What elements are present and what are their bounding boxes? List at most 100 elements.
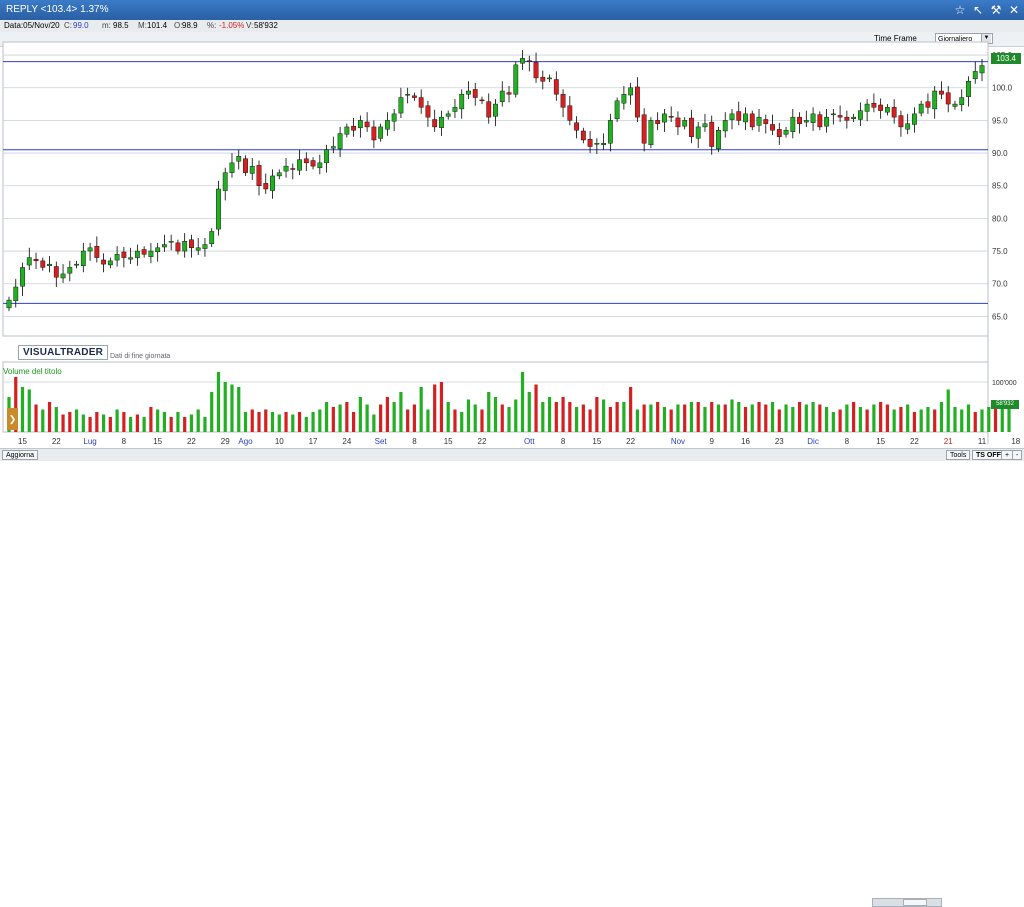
x-axis-label: 9 (709, 437, 714, 446)
volume-bar (811, 402, 815, 432)
volume-bar (372, 414, 376, 432)
candle-body (506, 92, 512, 95)
zoom-out-button[interactable]: - (1012, 450, 1023, 460)
candle-body (925, 101, 931, 108)
candle-body (939, 90, 944, 95)
volume-bar (872, 404, 876, 432)
time-scrollbar[interactable] (872, 898, 942, 907)
x-axis-label: Nov (671, 437, 685, 446)
candle-body (689, 117, 694, 137)
volume-bar (426, 409, 430, 432)
volume-bar (20, 387, 25, 432)
volume-bar (270, 412, 275, 432)
volume-bar (183, 417, 187, 432)
volume-bar (135, 414, 139, 432)
candle-body (398, 97, 404, 114)
candle-body (175, 242, 181, 252)
candle-body (776, 129, 782, 137)
candle-body (432, 119, 438, 128)
volume-bar (554, 402, 558, 432)
candle-body (912, 113, 917, 125)
candle-body (445, 113, 451, 117)
candle-body (182, 241, 188, 252)
volume-bar (514, 399, 518, 432)
candle-body (736, 111, 742, 121)
volume-bar (608, 407, 612, 432)
candle-body (80, 250, 86, 266)
candle-body (384, 120, 390, 130)
volume-bar (324, 402, 329, 432)
x-axis-label: 22 (910, 437, 919, 446)
candle-body (40, 260, 46, 268)
volume-bar (581, 404, 585, 432)
volume-bar (615, 402, 619, 432)
candle-body (540, 76, 546, 82)
volume-bar (987, 407, 991, 432)
volume-bar (500, 404, 504, 432)
volume-bar (406, 409, 410, 432)
price-tick-label: 75.0 (992, 247, 1008, 256)
volume-bar (824, 407, 829, 432)
price-tick-label: 85.0 (992, 182, 1008, 191)
candle-body (675, 117, 681, 128)
x-axis-label: 10 (275, 437, 284, 446)
volume-bar (818, 404, 822, 432)
volume-bar (595, 397, 599, 432)
candle-body (682, 120, 688, 127)
candle-body (844, 116, 850, 121)
volume-bar (223, 382, 227, 432)
candle-body (418, 97, 424, 108)
volume-bar (926, 407, 930, 432)
candle-body (783, 129, 789, 135)
candle-body (959, 97, 965, 106)
price-tick-label: 80.0 (992, 214, 1008, 223)
tools-button[interactable]: Tools (946, 450, 971, 460)
candle-body (270, 175, 275, 191)
volume-bar (683, 404, 687, 432)
candle-body (283, 165, 289, 172)
candle-body (533, 62, 539, 79)
candle-body (67, 267, 73, 274)
volume-bar (358, 397, 362, 432)
volume-bar (602, 399, 606, 432)
volume-bar (912, 412, 917, 432)
volume-bar (189, 414, 194, 432)
candle-body (587, 139, 593, 147)
candle-body (560, 94, 566, 108)
candle-body (770, 124, 775, 131)
candle-body (607, 120, 613, 144)
candle-body (202, 244, 208, 249)
volume-bar (953, 407, 957, 432)
candle-body (662, 113, 667, 123)
last-price-tag: 103.4 (991, 53, 1021, 64)
x-axis-label: 22 (52, 437, 61, 446)
ts-off-button[interactable]: TS OFF (972, 450, 1005, 460)
candle-body (364, 121, 370, 128)
candle-body (425, 105, 431, 118)
candle-body (837, 115, 843, 118)
candle-body (972, 71, 978, 80)
volume-bar (635, 409, 639, 432)
candle-body (439, 116, 444, 128)
candle-body (594, 143, 600, 145)
volume-bar (710, 402, 714, 432)
volume-bar (656, 402, 660, 432)
volume-bar (568, 402, 572, 432)
candle-body (290, 168, 296, 170)
volume-bar (101, 414, 106, 432)
price-chart[interactable]: 65.070.075.080.085.090.095.0100.0105.010… (0, 0, 1024, 460)
candle-body (74, 263, 79, 266)
volume-bar (264, 409, 268, 432)
candle-body (391, 113, 397, 122)
update-button[interactable]: Aggiorna (2, 450, 39, 460)
scroll-left-arrow-icon[interactable]: ❯ (7, 408, 18, 430)
candle-body (189, 239, 194, 249)
candle-body (33, 258, 39, 262)
volume-bar (764, 404, 768, 432)
scrollbar-thumb[interactable] (903, 899, 927, 906)
volume-bar (797, 402, 802, 432)
volume-bar (439, 382, 444, 432)
x-axis-label: 22 (626, 437, 635, 446)
x-axis-label: 8 (122, 437, 127, 446)
volume-bar (689, 402, 694, 432)
